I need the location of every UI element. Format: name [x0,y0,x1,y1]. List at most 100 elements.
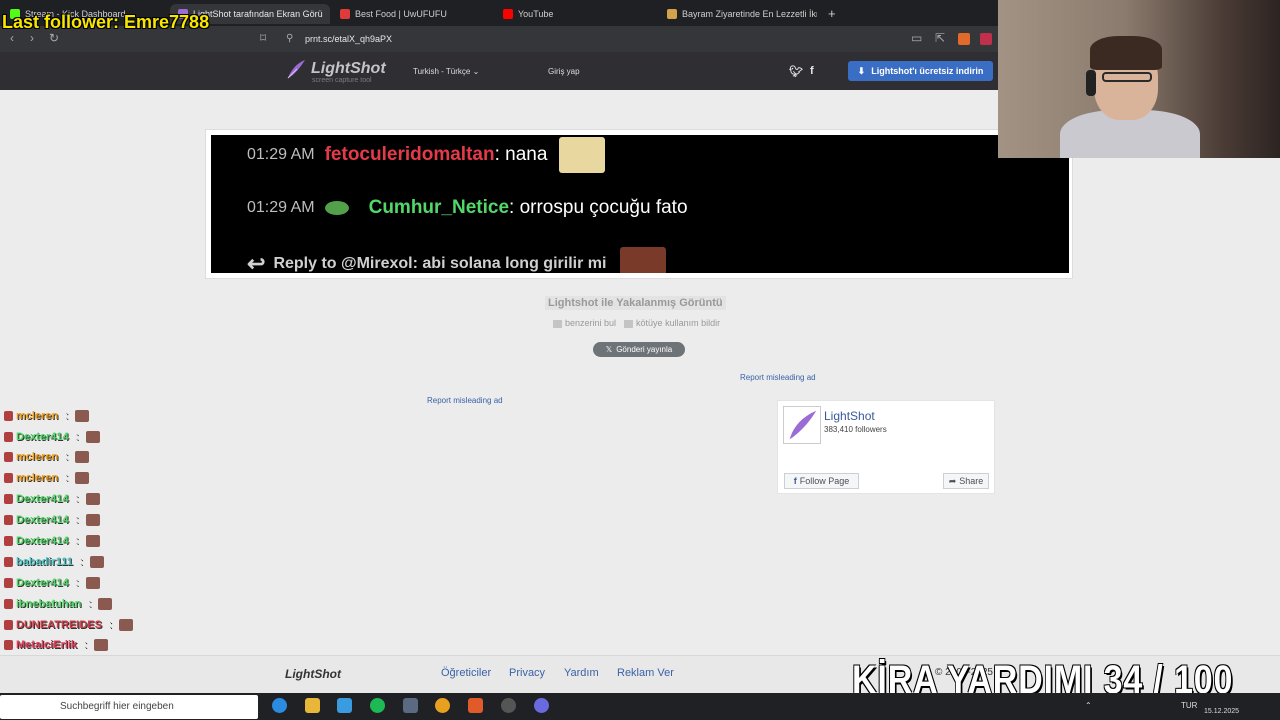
stream-chat-row: mcleren: [4,472,90,484]
find-similar-link[interactable]: benzerini bul [553,318,616,328]
chat-badge-icon [4,515,13,525]
tab-bayram[interactable]: Bayram Ziyaretinde En Lezzetli İkram [667,4,817,24]
stream-chat-row: Dexter414: [4,493,100,505]
follower-count: 383,410 followers [824,425,887,434]
bookmark-icon[interactable]: ⌑ [260,31,266,45]
language-indicator[interactable]: TUR [1181,701,1197,710]
spotify-icon[interactable] [370,698,385,713]
stream-chat-row: Dexter414: [4,431,100,443]
last-follower-overlay: Last follower: Emre7788 [2,12,210,32]
chat-message: 01:29 AM Cumhur_Netice : orrospu çocuğu … [247,197,688,218]
chat-badge-icon [4,557,13,567]
chat-username: Dexter414 [16,493,69,505]
chat-badge-icon [4,432,13,442]
chat-badge-icon [4,640,13,650]
tab-uwufufu[interactable]: Best Food | UwUFUFU [340,4,490,24]
discord-icon[interactable] [534,698,549,713]
chat-badge-icon [4,452,13,462]
store-icon[interactable] [337,698,352,713]
folder-icon[interactable] [305,698,320,713]
page-name[interactable]: LightShot [824,409,875,423]
language-select[interactable]: Turkish - Türkçe ⌄ [413,67,479,76]
brave-rewards-icon[interactable] [980,33,992,45]
chat-badge-icon [4,494,13,504]
chat-emote-icon [85,535,100,547]
chat-emote-icon [98,598,113,610]
chat-username: Dexter414 [16,514,69,526]
site-info-icon[interactable]: ⚲ [286,33,293,44]
screenshot-image[interactable]: 01:29 AM fetoculeridomaltan : nana 01:29… [211,135,1069,273]
post-button[interactable]: 𝕏 Gönderi yayınla [593,342,685,357]
url-input[interactable]: prnt.sc/etalX_qh9aPX [305,34,392,44]
stream-chat-row: ibnebatuhan: [4,598,113,610]
chrome-icon[interactable] [435,698,450,713]
chat-username: ibnebatuhan [16,598,82,610]
brave-shield-icon[interactable] [958,33,970,45]
footer-link-help[interactable]: Yardım [564,667,599,679]
tab-youtube[interactable]: YouTube [503,4,653,24]
obs-icon[interactable] [501,698,516,713]
clock-date[interactable]: 15.12.2025 [1204,708,1239,715]
chat-emote-icon [94,639,109,651]
facebook-icon[interactable]: f [810,65,814,77]
chat-emote-icon [85,493,100,505]
forward-icon[interactable]: › [30,31,34,45]
share-icon: ➦ [948,475,957,486]
lightshot-logo[interactable]: LightShot screen capture tool [285,58,386,84]
webcam-overlay [998,0,1280,158]
download-button[interactable]: ⬇ Lightshot'ı ücretsiz indirin [848,61,993,81]
twitter-icon[interactable]: 🐦︎ [789,65,803,78]
taskbar-search-placeholder: Suchbegriff hier eingeben [60,701,174,712]
feather-icon [287,60,305,79]
stream-chat-row: Dexter414: [4,577,100,589]
chat-badge-icon [4,620,13,630]
footer-link-advertise[interactable]: Reklam Ver [617,667,674,679]
footer-link-privacy[interactable]: Privacy [509,667,545,679]
follow-page-button[interactable]: f Follow Page [784,473,859,489]
share-icon[interactable]: ⇱ [935,31,945,45]
cast-icon[interactable]: ▭ [911,31,922,45]
trash-icon [624,319,634,328]
image-caption: Lightshot ile Yakalanmış Görüntü [545,296,726,310]
youtube-icon [503,9,513,19]
site-icon [667,9,677,19]
chat-emote-icon [119,619,134,631]
login-link[interactable]: Giriş yap [548,67,580,76]
stream-chat-row: DUNEATREIDES: [4,619,134,631]
facebook-page-widget: LightShot 383,410 followers f Follow Pag… [777,400,995,494]
camera-icon [553,319,562,328]
stream-chat-row: Dexter414: [4,514,100,526]
report-abuse-link[interactable]: kötüye kullanım bildir [624,318,720,328]
back-icon[interactable]: ‹ [10,31,14,45]
share-button[interactable]: ➦ Share [943,473,989,489]
brave-icon[interactable] [468,698,483,713]
face-emote-icon [620,247,667,273]
chat-badge-icon [4,599,13,609]
footer-link-tutorials[interactable]: Öğreticiler [441,667,491,679]
chat-username: mcleren [16,410,59,422]
chat-username: Dexter414 [16,577,69,589]
calculator-icon[interactable] [403,698,418,713]
reload-icon[interactable]: ↻ [49,31,59,45]
chat-username: mcleren [16,472,59,484]
stream-chat-row: Dexter414: [4,535,100,547]
edge-icon[interactable] [272,698,287,713]
chat-emote-icon [75,410,90,422]
headset-icon [1086,70,1096,96]
chat-emote-icon [85,577,100,589]
stream-chat-row: mcleren: [4,410,90,422]
chat-username: Dexter414 [16,431,69,443]
chat-emote-icon [89,556,104,568]
chat-username: babadir111 [16,556,73,568]
page-avatar[interactable] [783,406,821,444]
chat-username: DUNEATREIDES [16,619,102,631]
chat-badge-icon [4,536,13,546]
report-ad-link[interactable]: Report misleading ad [427,396,503,405]
chat-badge-icon [4,578,13,588]
chat-badge-icon [4,411,13,421]
image-actions: benzerini bul kötüye kullanım bildir [553,318,720,328]
new-tab-icon[interactable]: + [828,6,836,21]
report-ad-link[interactable]: Report misleading ad [740,373,816,382]
footer-logo[interactable]: LightShot [285,667,341,681]
tray-arrow-icon[interactable]: ⌃ [1085,701,1092,710]
